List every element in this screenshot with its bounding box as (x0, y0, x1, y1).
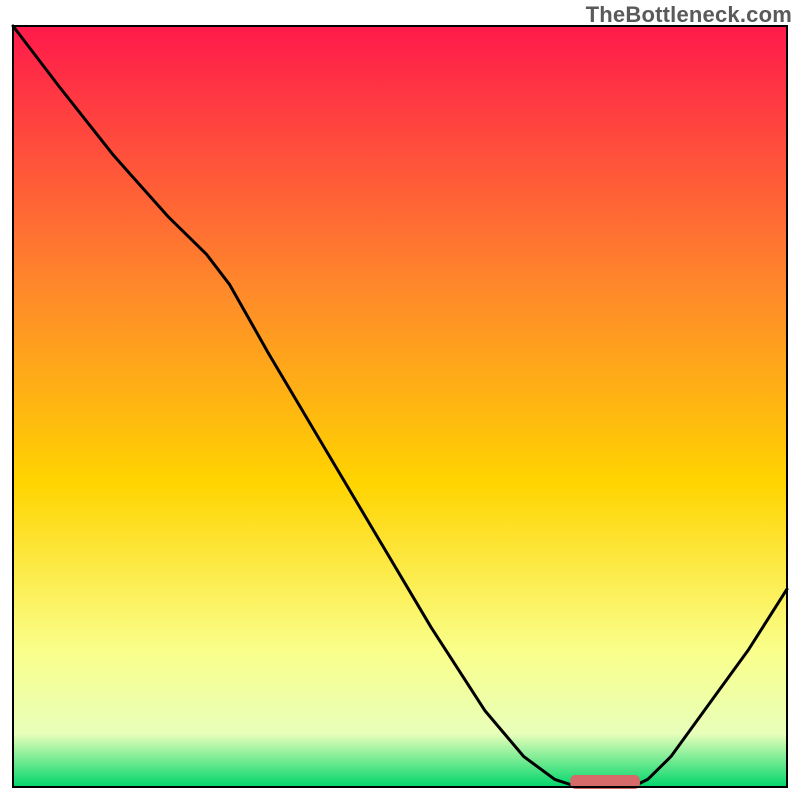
chart-container: TheBottleneck.com (0, 0, 800, 800)
plot-background (13, 26, 787, 787)
bottleneck-curve-chart (0, 0, 800, 800)
watermark-text: TheBottleneck.com (586, 2, 792, 28)
